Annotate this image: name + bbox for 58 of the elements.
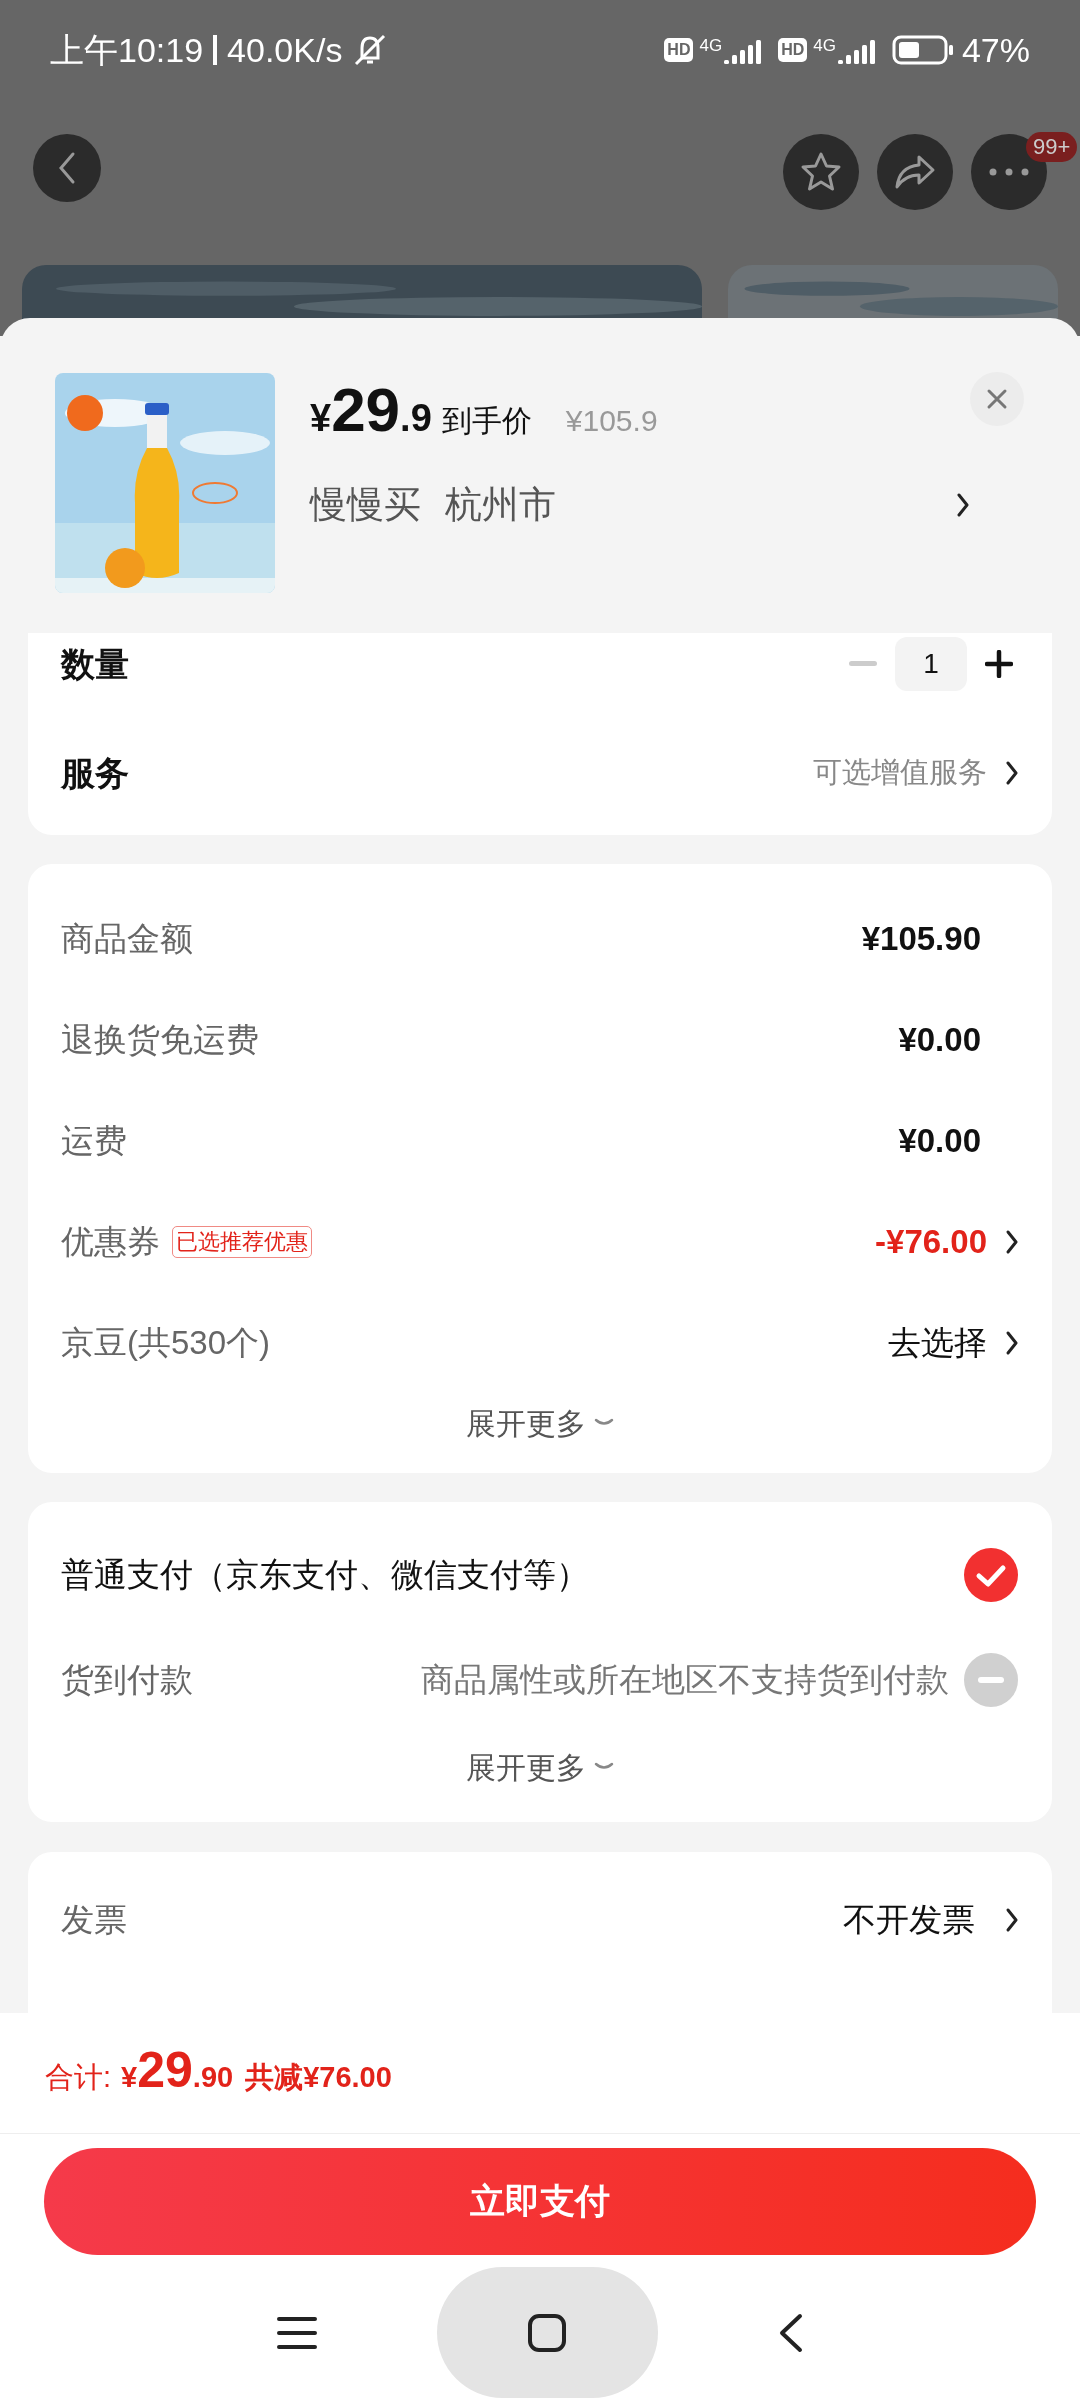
fee-amount: ¥0.00 bbox=[898, 1120, 981, 1161]
network-type: 4G bbox=[699, 36, 723, 56]
hd-badge: HD bbox=[778, 38, 808, 62]
fee-amount: ¥0.00 bbox=[898, 1019, 981, 1060]
fee-label: 优惠券 bbox=[61, 1221, 160, 1262]
select-link[interactable]: 去选择 bbox=[888, 1317, 987, 1368]
menu-icon[interactable] bbox=[276, 2314, 317, 2351]
fee-label: 京豆(共530个) bbox=[61, 1322, 271, 1363]
network-type: 4G bbox=[813, 36, 836, 56]
total-symbol: ¥ bbox=[121, 2061, 138, 2095]
invoice-label: 发票 bbox=[61, 1900, 127, 1941]
quantity-label: 数量 bbox=[61, 643, 129, 685]
city-name: 杭州市 bbox=[445, 483, 556, 528]
more-icon bbox=[989, 168, 1029, 176]
back-icon[interactable] bbox=[777, 2312, 804, 2353]
back-icon bbox=[57, 151, 77, 185]
chevron-right-icon bbox=[1005, 760, 1019, 786]
price-integer: 29 bbox=[331, 379, 401, 441]
payment-note: 商品属性或所在地区不支持货到付款 bbox=[421, 1659, 949, 1700]
chevron-right-icon bbox=[1005, 1907, 1019, 1933]
price-label: 到手价 bbox=[441, 403, 532, 439]
check-icon[interactable] bbox=[963, 1546, 1019, 1603]
chevron-right-icon bbox=[1005, 1228, 1019, 1255]
original-price: ¥105.9 bbox=[565, 403, 658, 439]
invoice-value[interactable]: 不开发票 bbox=[843, 1895, 975, 1945]
pay-now-button[interactable]: 立即支付 bbox=[44, 2148, 1036, 2255]
expand-more-button[interactable]: 展开更多 bbox=[466, 1393, 614, 1453]
price-decimal: .9 bbox=[400, 396, 432, 441]
discount-amount[interactable]: -¥76.00 bbox=[875, 1216, 987, 1267]
chevron-right-icon bbox=[956, 492, 970, 518]
total-decimal: .90 bbox=[192, 2060, 234, 2095]
total-integer: 29 bbox=[137, 2045, 193, 2095]
share-icon bbox=[893, 153, 937, 191]
network-speed: 40.0K/s bbox=[227, 29, 343, 71]
fee-amount: ¥105.90 bbox=[861, 918, 981, 959]
hd-badge: HD bbox=[664, 38, 694, 62]
payment-option[interactable]: 普通支付（京东支付、微信支付等） bbox=[61, 1549, 589, 1600]
price-symbol: ¥ bbox=[310, 397, 332, 441]
status-time: 上午10:19 bbox=[50, 29, 204, 71]
battery-percent: 47% bbox=[961, 29, 1030, 71]
square-icon bbox=[527, 2312, 567, 2353]
service-value[interactable]: 可选增值服务 bbox=[813, 751, 987, 795]
store-name: 慢慢买 bbox=[310, 483, 421, 528]
close-icon bbox=[986, 388, 1008, 410]
battery-icon bbox=[891, 34, 954, 66]
fee-label: 退换货免运费 bbox=[61, 1019, 259, 1060]
fee-label: 商品金额 bbox=[61, 918, 193, 959]
plus-icon bbox=[985, 650, 1013, 678]
chevron-right-icon bbox=[1005, 1329, 1019, 1356]
quantity-field[interactable]: 1 bbox=[895, 637, 967, 691]
fee-label: 运费 bbox=[61, 1120, 127, 1161]
star-icon bbox=[799, 151, 843, 193]
coupon-tag: 已选推荐优惠 bbox=[172, 1225, 312, 1258]
expand-more-button[interactable]: 展开更多 bbox=[466, 1732, 614, 1802]
notification-badge: 99+ bbox=[1026, 132, 1078, 162]
total-saving: 共减¥76.00 bbox=[245, 2060, 392, 2095]
service-label: 服务 bbox=[61, 752, 129, 794]
total-label: 合计: bbox=[45, 2060, 112, 2095]
